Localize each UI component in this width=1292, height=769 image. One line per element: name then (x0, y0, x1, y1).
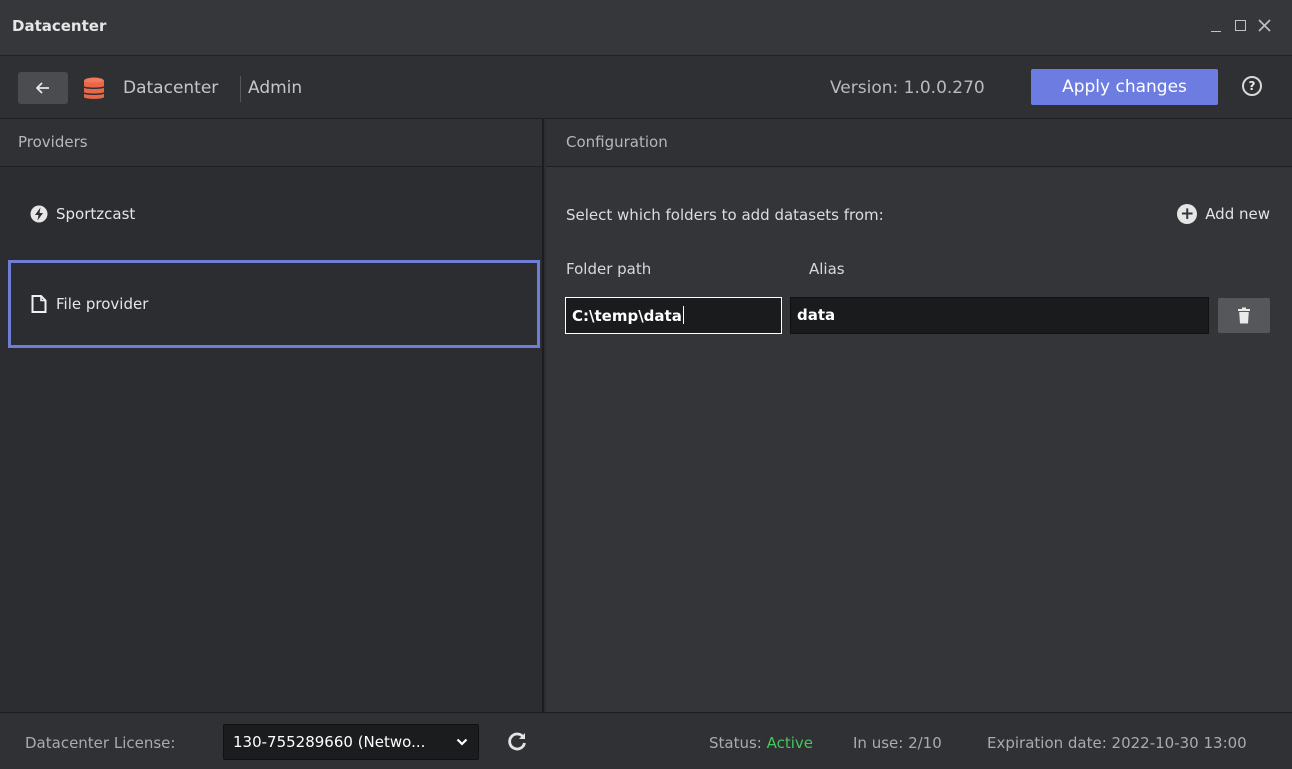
configuration-header: Configuration (546, 119, 1292, 167)
provider-label: File provider (56, 295, 149, 313)
title-bar: Datacenter (0, 0, 1292, 56)
minimize-icon[interactable] (1206, 14, 1226, 36)
license-label: Datacenter License: (25, 734, 176, 752)
version-label: Version: 1.0.0.270 (830, 78, 985, 98)
back-button[interactable] (18, 72, 68, 104)
close-icon[interactable] (1254, 14, 1274, 36)
window-controls (1206, 14, 1274, 36)
refresh-icon[interactable] (506, 730, 528, 752)
license-select[interactable]: 130-755289660 (Netwo... (223, 724, 479, 760)
toolbar: Datacenter Admin Version: 1.0.0.270 Appl… (0, 56, 1292, 119)
plus-circle-icon: + (1177, 204, 1198, 224)
alias-input[interactable]: data (790, 297, 1209, 334)
title-separator (240, 76, 241, 102)
delete-row-button[interactable] (1218, 298, 1270, 333)
providers-panel: Providers Sportzcast File provider (0, 119, 544, 712)
bolt-circle-icon (30, 205, 48, 223)
folder-path-input[interactable]: C:\temp\data (565, 297, 782, 334)
instruction-text: Select which folders to add datasets fro… (566, 206, 884, 224)
help-icon[interactable]: ? (1242, 76, 1262, 96)
text-caret (682, 306, 684, 324)
alias-column-header: Alias (809, 260, 845, 278)
license-status: Status: Active (709, 734, 813, 752)
window-title: Datacenter (12, 17, 107, 35)
app-name: Datacenter (123, 78, 219, 98)
folder-path-value: C:\temp\data (572, 307, 682, 325)
in-use-count: In use: 2/10 (853, 734, 942, 752)
provider-item-file-provider[interactable]: File provider (8, 260, 540, 348)
expiration-date: Expiration date: 2022-10-30 13:00 (987, 734, 1247, 752)
arrow-left-icon (36, 82, 49, 94)
status-bar: Datacenter License: 130-755289660 (Netwo… (0, 712, 1292, 769)
add-new-button[interactable]: + Add new (1177, 204, 1270, 224)
license-value: 130-755289660 (Netwo... (233, 733, 426, 751)
apply-changes-button[interactable]: Apply changes (1031, 69, 1218, 105)
add-new-label: Add new (1205, 205, 1270, 223)
providers-header: Providers (0, 119, 542, 167)
configuration-panel: Configuration Select which folders to ad… (546, 119, 1292, 712)
chevron-down-icon (456, 738, 468, 746)
folder-path-column-header: Folder path (566, 260, 652, 278)
section-name: Admin (248, 78, 303, 98)
trash-icon (1238, 307, 1250, 324)
provider-label: Sportzcast (56, 205, 136, 223)
provider-item-sportzcast[interactable]: Sportzcast (8, 170, 540, 258)
status-label: Status: (709, 734, 767, 752)
status-value: Active (766, 734, 814, 752)
alias-value: data (797, 306, 836, 324)
file-icon (30, 295, 48, 313)
database-icon (84, 77, 104, 99)
maximize-icon[interactable] (1230, 14, 1250, 36)
